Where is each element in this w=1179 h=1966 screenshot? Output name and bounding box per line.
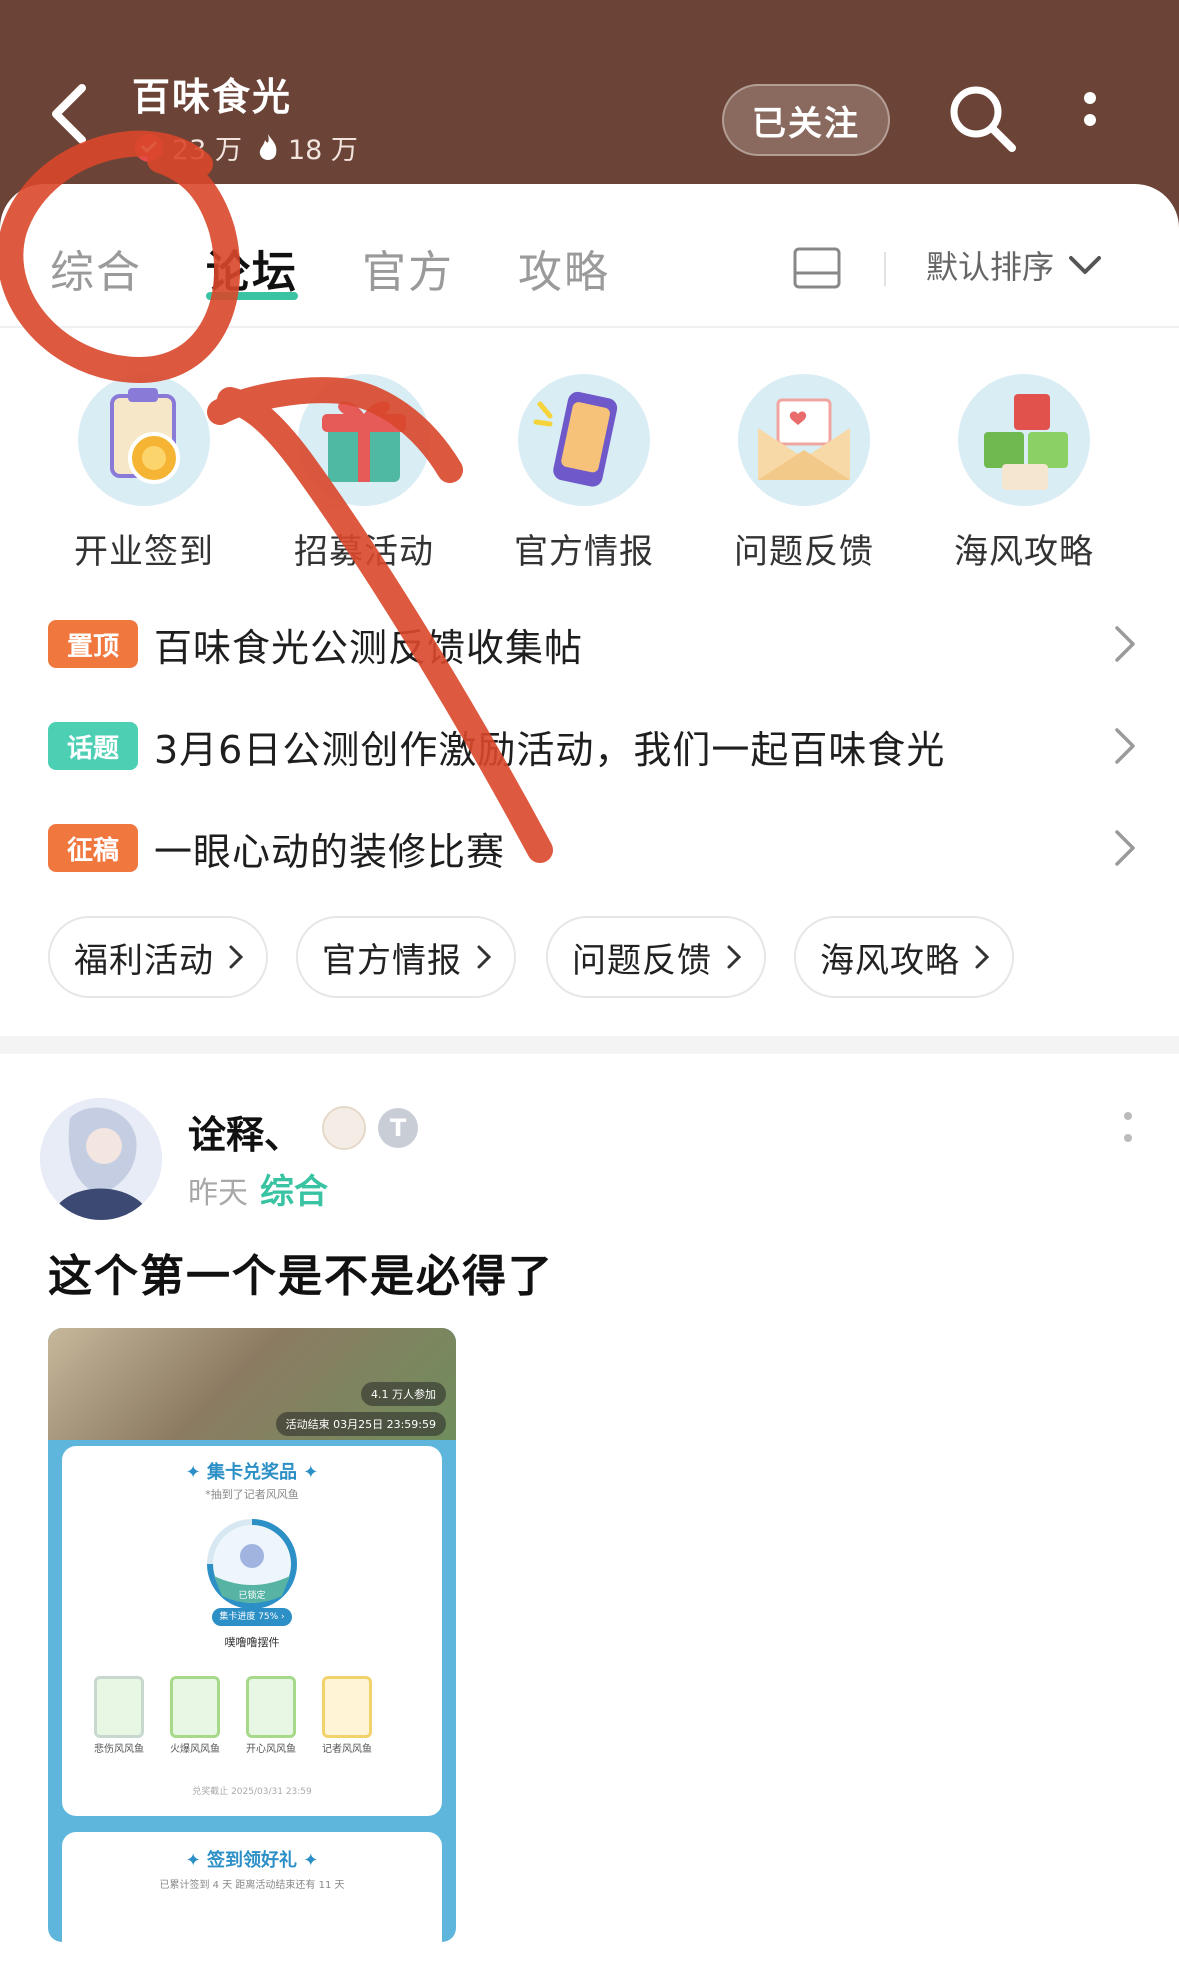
post-category[interactable]: 综合: [260, 1164, 328, 1213]
shortcut-recruit[interactable]: 招募活动: [274, 374, 454, 573]
pinned-post[interactable]: 置顶 百味食光公测反馈收集帖: [48, 614, 1138, 674]
submission-tag: 征稿: [48, 824, 138, 872]
pinned-post[interactable]: 话题 3月6日公测创作激励活动，我们一起百味食光: [48, 716, 1138, 776]
collect-card: [170, 1676, 220, 1738]
collect-card-name: 悲伤风风鱼: [94, 1744, 144, 1755]
shortcut-label: 海风攻略: [954, 532, 1094, 572]
shortcut-label: 官方情报: [514, 532, 654, 572]
chevron-right-icon: [975, 945, 990, 969]
avatar[interactable]: [40, 1098, 162, 1220]
tab-bar: 综合 论坛 官方 攻略 默认排序: [0, 184, 1179, 328]
gift-box-icon: [298, 374, 430, 506]
collect-card: [322, 1676, 372, 1738]
chip-welfare[interactable]: 福利活动: [48, 916, 268, 998]
chevron-down-icon: [1069, 256, 1102, 274]
more-vertical-icon[interactable]: [1116, 1108, 1140, 1148]
collect-card: [246, 1676, 296, 1738]
forum-title: 百味食光: [132, 75, 293, 119]
collect-card-name: 火爆风风鱼: [170, 1744, 220, 1755]
prize-name: 噗噜噜摆件: [224, 1636, 280, 1649]
shortcut-label: 招募活动: [294, 532, 434, 572]
section-subtitle: 已累计签到 4 天 距离活动结束还有 11 天: [159, 1880, 345, 1891]
redeem-deadline: 兑奖截止 2025/03/31 23:59: [192, 1787, 312, 1797]
chevron-right-icon: [1115, 626, 1135, 662]
section-title: ✦ 签到领好礼 ✦: [185, 1850, 319, 1871]
post-time: 昨天: [188, 1176, 248, 1211]
shortcut-sign-in[interactable]: 开业签到: [54, 374, 234, 573]
section-title: ✦ 集卡兑奖品 ✦: [185, 1462, 319, 1483]
author-name[interactable]: 诠释、: [188, 1104, 302, 1159]
content-card: 综合 论坛 官方 攻略 默认排序 开业签到 招募活动 官方情报 问题反馈 海风攻…: [0, 184, 1179, 1966]
end-time-pill: 活动结束 03月25日 23:59:59: [275, 1412, 446, 1436]
chip-label: 问题反馈: [572, 940, 712, 981]
phone-cat-icon: [518, 374, 650, 506]
chip-sea-breeze-guide[interactable]: 海风攻略: [794, 916, 1014, 998]
card-collection-panel: ✦ 集卡兑奖品 ✦ *抽到了记者风风鱼 已锁定 集卡进度 75% › 噗噜噜摆件…: [62, 1446, 442, 1816]
pinned-title: 一眼心动的装修比赛: [154, 829, 506, 874]
chevron-right-icon: [1115, 830, 1135, 866]
likes-count: 23 万: [172, 135, 242, 166]
chip-feedback[interactable]: 问题反馈: [546, 916, 766, 998]
tab-divider: [884, 252, 886, 286]
shortcut-feedback[interactable]: 问题反馈: [714, 374, 894, 573]
sign-in-badge-icon: [78, 374, 210, 506]
shortcut-official-news[interactable]: 官方情报: [494, 374, 674, 573]
likes-stat: 23 万: [134, 128, 242, 167]
avatar-frame-badge-icon: [322, 1106, 366, 1150]
envelope-icon: [738, 374, 870, 506]
tab-general[interactable]: 综合: [50, 236, 142, 300]
heat-stat: 18 万: [256, 128, 358, 167]
tab-forum[interactable]: 论坛: [206, 236, 298, 300]
participants-pill: 4.1 万人参加: [361, 1382, 446, 1406]
section-divider: [0, 1036, 1179, 1054]
chevron-right-icon: [1115, 728, 1135, 764]
shortcut-sea-breeze-guide[interactable]: 海风攻略: [934, 374, 1114, 573]
chip-official-news[interactable]: 官方情报: [296, 916, 516, 998]
chip-label: 福利活动: [74, 940, 214, 981]
tab-official[interactable]: 官方: [362, 236, 454, 300]
chevron-right-icon: [477, 945, 492, 969]
section-subtitle: *抽到了记者风风鱼: [205, 1488, 299, 1501]
shortcut-label: 开业签到: [74, 532, 214, 572]
shortcut-label: 问题反馈: [734, 532, 874, 572]
heat-count: 18 万: [287, 135, 358, 166]
layout-toggle-icon[interactable]: [792, 246, 842, 290]
more-vertical-icon[interactable]: [1072, 88, 1108, 152]
lock-label: 已锁定: [238, 1591, 266, 1601]
chip-label: 海风攻略: [820, 940, 960, 981]
collect-card-name: 开心风风鱼: [246, 1744, 296, 1755]
collect-card-name: 记者风风鱼: [322, 1744, 372, 1755]
sort-label: 默认排序: [926, 248, 1055, 286]
pinned-post[interactable]: 征稿 一眼心动的装修比赛: [48, 818, 1138, 878]
flame-icon: [259, 133, 277, 160]
pinned-tag: 置顶: [48, 620, 138, 668]
pinned-title: 百味食光公测反馈收集帖: [154, 625, 584, 670]
pinned-title: 3月6日公测创作激励活动，我们一起百味食光: [154, 727, 946, 772]
collect-card: [94, 1676, 144, 1738]
post-image[interactable]: 4.1 万人参加 活动结束 03月25日 23:59:59 ✦ 集卡兑奖品 ✦ …: [48, 1328, 456, 1942]
post-title[interactable]: 这个第一个是不是必得了: [48, 1240, 554, 1304]
progress-label: 集卡进度 75% ›: [212, 1608, 292, 1626]
sort-dropdown[interactable]: 默认排序: [926, 242, 1102, 288]
blocks-icon: [958, 374, 1090, 506]
forum-stats: 23 万 18 万: [134, 128, 358, 167]
heart-icon: [135, 133, 163, 162]
follow-button[interactable]: 已关注: [722, 84, 890, 156]
chevron-right-icon: [229, 945, 244, 969]
search-icon[interactable]: [944, 80, 1024, 160]
sign-in-panel: ✦ 签到领好礼 ✦ 已累计签到 4 天 距离活动结束还有 11 天: [62, 1832, 442, 1942]
topic-tag: 话题: [48, 722, 138, 770]
back-arrow-icon[interactable]: [48, 82, 92, 146]
level-badge: T: [378, 1108, 418, 1148]
chip-label: 官方情报: [322, 940, 462, 981]
chevron-right-icon: [727, 945, 742, 969]
tab-guide[interactable]: 攻略: [518, 236, 610, 300]
active-tab-indicator: [206, 292, 298, 300]
